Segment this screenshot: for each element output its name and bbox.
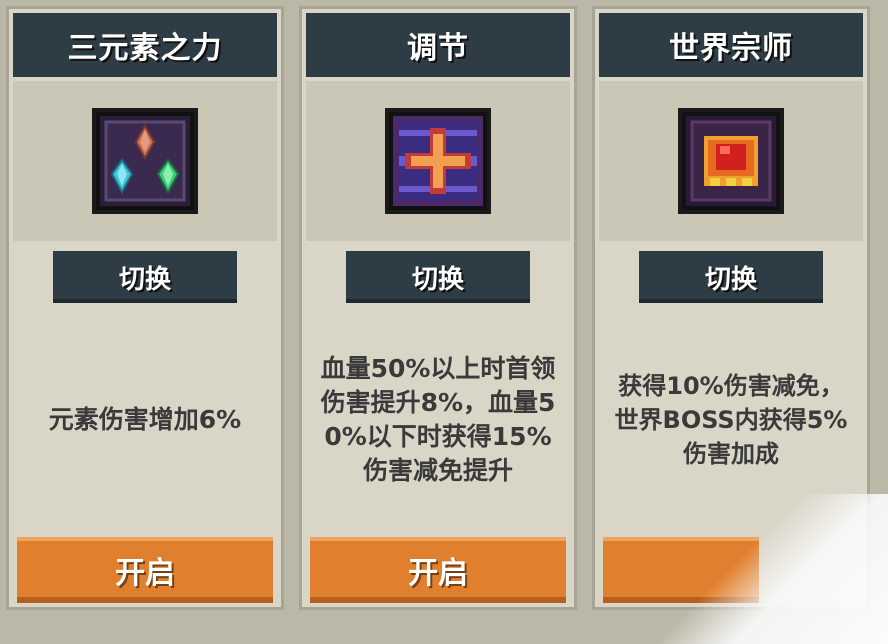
icon-area <box>306 81 570 241</box>
red-cross-icon <box>385 108 491 214</box>
three-crystals-icon <box>92 108 198 214</box>
talent-card-world-master: 世界宗师 切换 获得10%伤害减免， 世界BOSS内获得5% 伤害加成 <box>592 6 870 610</box>
card-title: 三元素之力 <box>13 13 277 77</box>
card-title: 世界宗师 <box>599 13 863 77</box>
switch-button[interactable]: 切换 <box>53 251 237 303</box>
open-button[interactable]: 开启 <box>17 537 273 603</box>
card-description: 元素伤害增加6% <box>48 405 242 434</box>
talent-card-three-elements: 三元素之力 切换 元素伤害增加6% 开启 <box>6 6 284 610</box>
card-title: 调节 <box>306 13 570 77</box>
icon-area <box>13 81 277 241</box>
red-gem-icon <box>678 108 784 214</box>
icon-area <box>599 81 863 241</box>
switch-button[interactable]: 切换 <box>346 251 530 303</box>
open-button[interactable]: 开启 <box>310 537 566 603</box>
card-description: 获得10%伤害减免， 世界BOSS内获得5% 伤害加成 <box>614 372 848 468</box>
switch-button[interactable]: 切换 <box>639 251 823 303</box>
talent-cards: 三元素之力 切换 元素伤害增加6% 开启 调节 切换 血量50%以上时首领 伤害… <box>0 0 888 644</box>
card-description: 血量50%以上时首领 伤害提升8%，血量5 0%以下时获得15% 伤害减免提升 <box>320 354 556 485</box>
open-button[interactable] <box>603 537 759 603</box>
talent-card-adjust: 调节 切换 血量50%以上时首领 伤害提升8%，血量5 0%以下时获得15% 伤… <box>299 6 577 610</box>
